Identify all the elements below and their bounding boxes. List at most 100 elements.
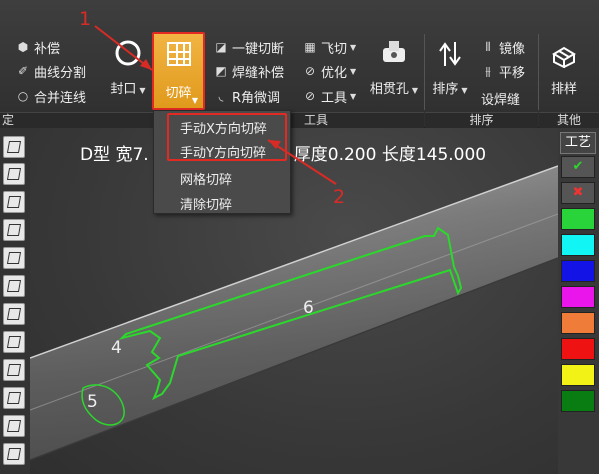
callout-2: 2 — [333, 186, 346, 208]
process-title: 工艺 — [560, 132, 596, 154]
cube-icon — [6, 280, 22, 292]
layer-color-3[interactable] — [561, 260, 595, 282]
curve-split-label: 曲线分割 — [34, 65, 87, 81]
compensation-icon: ⬢ — [17, 40, 29, 54]
view-button-top[interactable] — [3, 275, 25, 297]
group-label-1: 定 — [0, 112, 150, 128]
intersect-hole-label: 相贯孔 — [369, 82, 409, 97]
r-corner-label: R角微调 — [232, 90, 281, 106]
cube-icon — [6, 392, 22, 404]
menu-item-grid[interactable]: 网格切碎 — [180, 169, 232, 188]
intersect-hole-button[interactable]: 相贯孔 ▼ — [368, 38, 420, 97]
fly-cut-label: 飞切 — [321, 41, 348, 57]
tool-button[interactable]: ⊘ 工具 ▼ — [303, 85, 356, 107]
sort-label: 排序 — [432, 82, 459, 97]
cube-icon — [6, 224, 22, 236]
seal-label: 封口 — [110, 82, 137, 97]
view-button-iso6[interactable] — [3, 443, 25, 465]
fly-cut-button[interactable]: ▦ 飞切 ▼ — [303, 36, 356, 58]
one-key-cut-button[interactable]: ◪ 一键切断 — [214, 36, 284, 58]
layer-color-5[interactable] — [561, 312, 595, 334]
layer-color-1[interactable] — [561, 208, 595, 230]
view-button-iso5[interactable] — [3, 415, 25, 437]
view-button-iso4[interactable] — [3, 387, 25, 409]
view-button-iso[interactable] — [3, 136, 25, 158]
view-toolbar — [0, 128, 30, 474]
close-icon[interactable]: ✖ — [561, 182, 595, 204]
intersect-hole-icon — [383, 41, 405, 62]
sort-button[interactable]: 排序 ▼ — [430, 40, 470, 97]
part-label-4: 4 — [111, 338, 122, 358]
view-button-left[interactable] — [3, 219, 25, 241]
translate-button[interactable]: ⫵ 平移 — [481, 60, 525, 82]
r-corner-button[interactable]: ◟ R角微调 — [214, 85, 280, 107]
check-icon[interactable]: ✔ — [561, 156, 595, 178]
chevron-down-icon: ▼ — [350, 91, 357, 101]
view-button-iso2[interactable] — [3, 331, 25, 353]
compensation-label: 补偿 — [34, 41, 61, 57]
sort-arrows-icon — [439, 42, 461, 66]
optimize-button[interactable]: ⊘ 优化 ▼ — [303, 60, 356, 82]
callout-1: 1 — [79, 8, 92, 30]
cube-icon — [6, 252, 22, 264]
seal-button[interactable]: 封口 ▼ — [108, 38, 148, 97]
curve-split-icon: ✐ — [17, 64, 29, 78]
process-palette: 工艺 ✔ ✖ — [558, 128, 599, 474]
menu-item-clear[interactable]: 清除切碎 — [180, 194, 232, 213]
cube-icon — [6, 196, 22, 208]
layer-color-6[interactable] — [561, 338, 595, 360]
layout-cubes-icon — [552, 46, 576, 68]
layout-button[interactable]: 排样 — [543, 40, 585, 97]
curve-split-button[interactable]: ✐ 曲线分割 — [16, 60, 86, 82]
cube-icon — [6, 308, 22, 320]
optimize-label: 优化 — [321, 65, 348, 81]
translate-icon: ⫵ — [485, 63, 491, 78]
chevron-down-icon: ▼ — [139, 86, 146, 95]
chevron-down-icon: ▼ — [350, 66, 357, 76]
chevron-down-icon: ▼ — [461, 86, 468, 95]
tool-icon: ⊘ — [304, 89, 316, 103]
cube-icon — [6, 336, 22, 348]
seal-ring-icon — [115, 40, 141, 66]
set-weld-button[interactable]: 设焊缝 — [481, 87, 520, 109]
one-key-cut-label: 一键切断 — [232, 41, 285, 57]
divider — [424, 34, 425, 110]
layer-color-2[interactable] — [561, 234, 595, 256]
grid-icon — [167, 42, 191, 66]
cube-icon — [6, 420, 22, 432]
cube-icon — [6, 168, 22, 180]
cube-icon — [6, 364, 22, 376]
weld-comp-button[interactable]: ◩ 焊缝补偿 — [214, 60, 284, 82]
3d-viewport[interactable]: D型 宽7. 00 厚度0.200 长度145.000 4 5 6 — [30, 128, 558, 474]
group-label-other: 其他 — [539, 112, 599, 128]
menu-highlight-box — [167, 113, 287, 161]
view-button-bottom[interactable] — [3, 303, 25, 325]
compensation-button[interactable]: ⬢ 补偿 — [16, 36, 60, 58]
layout-label: 排样 — [550, 82, 577, 97]
translate-label: 平移 — [499, 65, 526, 81]
cube-icon — [6, 448, 22, 460]
part-label-5: 5 — [87, 392, 98, 412]
chevron-down-icon: ▼ — [350, 42, 357, 52]
part-label-6: 6 — [303, 298, 314, 318]
view-button-right[interactable] — [3, 247, 25, 269]
optimize-icon: ⊘ — [304, 64, 316, 78]
layer-color-7[interactable] — [561, 364, 595, 386]
chop-button[interactable]: 切碎 ▼ — [152, 32, 205, 110]
weld-comp-icon: ◩ — [215, 64, 227, 78]
view-button-iso3[interactable] — [3, 359, 25, 381]
view-button-front[interactable] — [3, 163, 25, 185]
r-corner-icon: ◟ — [218, 89, 224, 103]
tube-model — [30, 165, 558, 461]
view-button-back[interactable] — [3, 191, 25, 213]
layer-color-8[interactable] — [561, 390, 595, 412]
chevron-down-icon: ▼ — [191, 96, 198, 105]
merge-line-button[interactable]: ○ 合并连线 — [16, 85, 86, 107]
cube-icon — [6, 141, 22, 153]
chevron-down-icon: ▼ — [411, 86, 419, 95]
group-label-sort: 排序 — [425, 112, 538, 128]
merge-line-label: 合并连线 — [34, 90, 87, 106]
fly-cut-icon: ▦ — [304, 40, 316, 54]
layer-color-4[interactable] — [561, 286, 595, 308]
mirror-button[interactable]: ⫴ 镜像 — [481, 36, 525, 58]
